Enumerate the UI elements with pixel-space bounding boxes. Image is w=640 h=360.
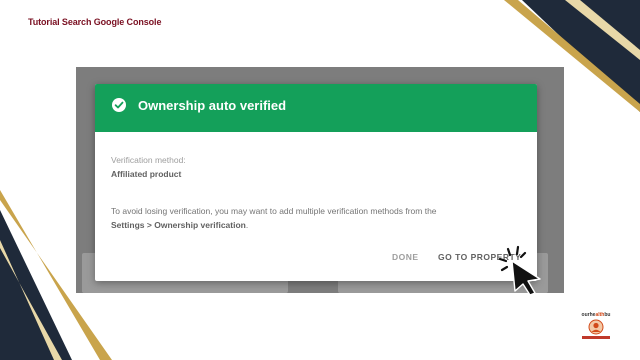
logo-emblem-icon (588, 319, 604, 335)
dialog-header: Ownership auto verified (95, 84, 537, 132)
verification-method-label: Verification method: (111, 155, 186, 165)
hint-suffix: . (245, 220, 249, 230)
done-button[interactable]: DONE (392, 252, 419, 262)
check-circle-icon (112, 98, 126, 112)
bottom-left-dark-band (0, 210, 72, 360)
verification-method-value: Affiliated product (111, 169, 182, 179)
hint-prefix: To avoid losing verification, you may wa… (111, 206, 437, 216)
logo-bar (582, 336, 610, 339)
hand-cursor-icon (494, 243, 550, 304)
screenshot-frame: Ownership auto verified Verification met… (76, 67, 564, 293)
dialog-title: Ownership auto verified (138, 98, 287, 113)
logo-text: ourhealthbu (581, 312, 611, 318)
verification-hint: To avoid losing verification, you may wa… (111, 204, 521, 232)
settings-ownership-link[interactable]: Settings > Ownership verification (111, 220, 246, 230)
ourhealthbu-logo: ourhealthbu (576, 312, 616, 340)
ownership-dialog: Ownership auto verified Verification met… (95, 84, 537, 281)
